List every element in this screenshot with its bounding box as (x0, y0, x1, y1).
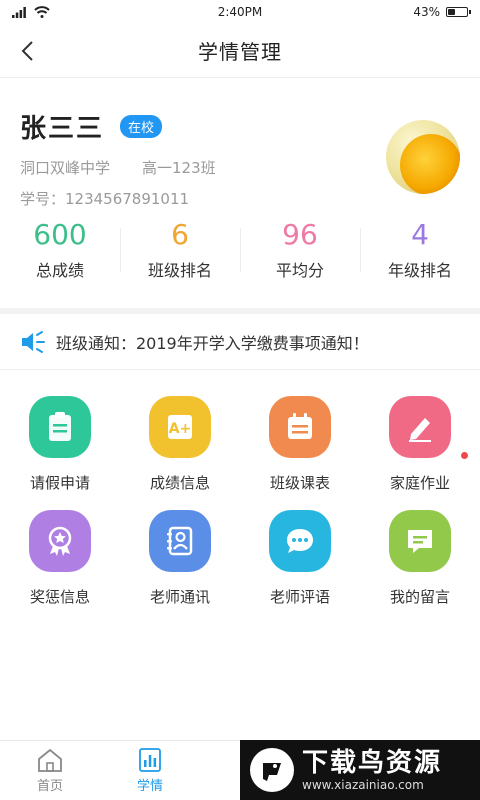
grid-item-rewards[interactable]: 奖惩信息 (0, 510, 120, 624)
stat-average[interactable]: 96 平均分 (240, 208, 360, 292)
svg-text:A+: A+ (169, 421, 192, 437)
battery-icon (445, 7, 471, 17)
home-icon (38, 748, 62, 772)
grid-label: 请假申请 (29, 474, 90, 492)
calendar-icon (269, 396, 331, 458)
grid-label: 家庭作业 (389, 474, 450, 492)
avatar-image (400, 134, 460, 194)
status-badge: 在校 (120, 115, 163, 138)
grid-label: 班级课表 (269, 474, 330, 492)
student-id: 学号：1234567891011 (20, 190, 190, 208)
stats-row: 600 总成绩 6 班级排名 96 平均分 4 年级排名 (0, 208, 480, 292)
battery-fill (447, 9, 456, 15)
student-profile: 张三三 在校 洞口双峰中学 高一123班 学号：1234567891011 (0, 78, 480, 208)
clipboard-icon (29, 396, 91, 458)
student-name: 张三三 (20, 114, 105, 144)
grid-item-schedule[interactable]: 班级课表 (240, 396, 360, 510)
grid-item-grades[interactable]: A+ 成绩信息 (120, 396, 240, 510)
tab-label: 首页 (36, 779, 63, 794)
stat-value: 600 (33, 218, 87, 251)
stat-total-score[interactable]: 600 总成绩 (0, 208, 120, 292)
grid-item-teacher-contacts[interactable]: 老师通讯 (120, 510, 240, 624)
tab-label: 学情 (136, 779, 163, 794)
chat-bubble-icon (269, 510, 331, 572)
watermark-title: 下载鸟资源 (302, 748, 443, 778)
grid-item-leave-request[interactable]: 请假申请 (0, 396, 120, 510)
watermark-url: www.xiazainiao.com (302, 778, 424, 792)
stat-label: 平均分 (275, 261, 324, 280)
stat-value: 4 (411, 218, 429, 251)
grid-item-homework[interactable]: 家庭作业 (360, 396, 480, 510)
stat-label: 年级排名 (387, 261, 452, 280)
stat-grade-rank[interactable]: 4 年级排名 (360, 208, 480, 292)
tab-study[interactable]: 学情 (100, 741, 200, 800)
notification-dot (461, 452, 468, 459)
speaker-icon (22, 330, 45, 353)
status-time: 2:40PM (217, 5, 263, 19)
stat-value: 96 (282, 218, 318, 251)
chart-icon (139, 748, 161, 772)
stat-label: 班级排名 (147, 261, 212, 280)
school-name: 洞口双峰中学 (20, 159, 111, 177)
nav-bar: 学情管理 (0, 24, 480, 78)
grade-a-plus-icon: A+ (149, 396, 211, 458)
stat-label: 总成绩 (35, 261, 84, 280)
battery-percent: 43% (413, 5, 440, 19)
feature-grid: 请假申请 A+ 成绩信息 班级课表 家庭作业 奖惩信息 老师通讯 老师评语 我的… (0, 370, 480, 624)
medal-icon (29, 510, 91, 572)
watermark: 下载鸟资源 www.xiazainiao.com (240, 740, 480, 800)
status-bar: 2:40PM 43% (0, 0, 480, 24)
grid-item-my-messages[interactable]: 我的留言 (360, 510, 480, 624)
page-title: 学情管理 (198, 40, 282, 64)
grid-label: 老师评语 (269, 588, 330, 606)
class-name: 高一123班 (142, 159, 216, 177)
pencil-icon (389, 396, 451, 458)
stat-value: 6 (171, 218, 189, 251)
grid-label: 成绩信息 (149, 474, 210, 492)
message-icon (389, 510, 451, 572)
back-button[interactable] (14, 38, 40, 64)
bird-logo-icon (250, 748, 294, 792)
wifi-icon (34, 6, 50, 18)
grid-label: 我的留言 (389, 588, 450, 606)
signal-icon (12, 6, 26, 18)
contacts-icon (149, 510, 211, 572)
stat-class-rank[interactable]: 6 班级排名 (120, 208, 240, 292)
chevron-left-icon (21, 41, 33, 61)
notice-text: 班级通知：2019年开学入学缴费事项通知！ (56, 333, 369, 353)
grid-label: 老师通讯 (149, 588, 210, 606)
tab-home[interactable]: 首页 (0, 741, 100, 800)
grid-item-teacher-comments[interactable]: 老师评语 (240, 510, 360, 624)
class-notice[interactable]: 班级通知：2019年开学入学缴费事项通知！ (0, 314, 480, 370)
avatar[interactable] (386, 120, 460, 194)
grid-label: 奖惩信息 (29, 588, 90, 606)
